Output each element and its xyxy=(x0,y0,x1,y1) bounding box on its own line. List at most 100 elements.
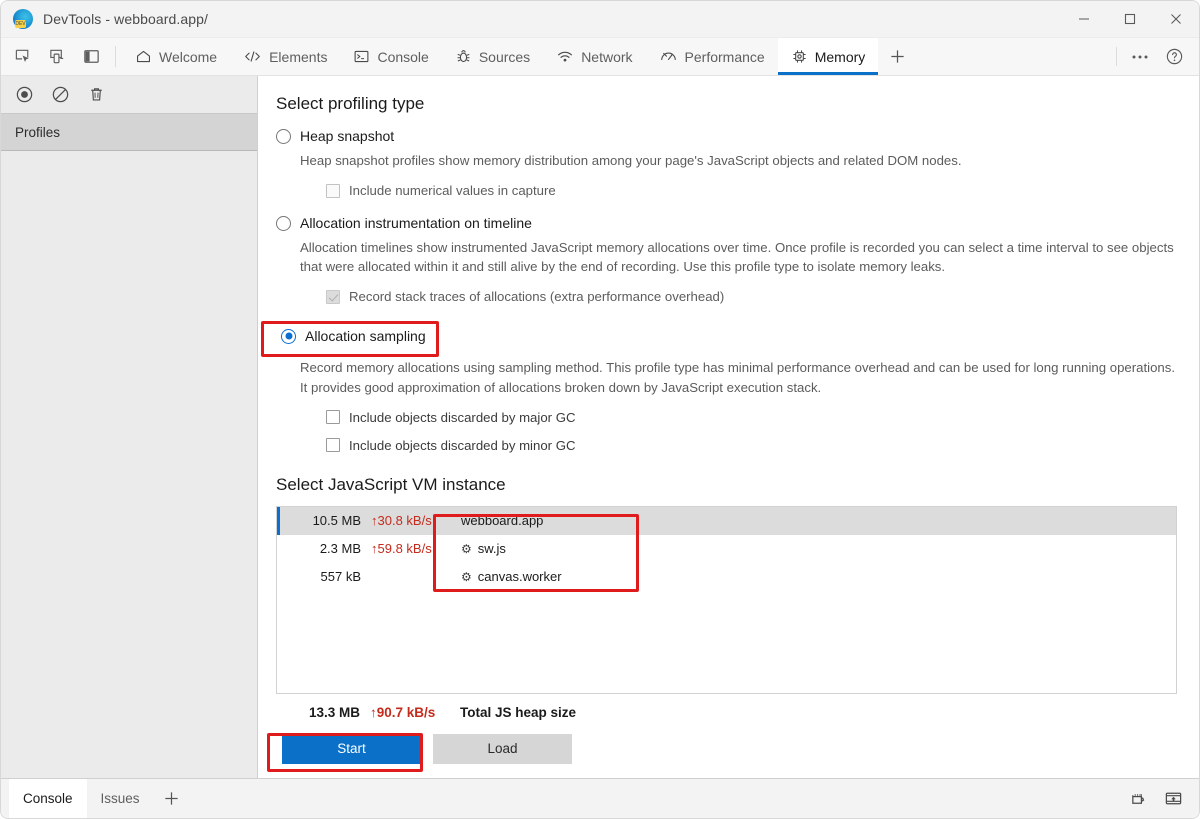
radio-allocation-instrumentation[interactable] xyxy=(276,215,291,231)
profiles-header: Profiles xyxy=(1,114,257,151)
vm-size: 557 kB xyxy=(320,569,361,585)
tab-label: Network xyxy=(581,48,633,65)
panel-tabs: Welcome Elements Console Sources Network… xyxy=(122,38,916,75)
record-icon[interactable] xyxy=(13,84,35,106)
tab-label: Elements xyxy=(269,48,328,65)
drawer-tab-console[interactable]: Console xyxy=(9,779,87,818)
memory-main-panel: Select profiling type Heap snapshot Heap… xyxy=(258,76,1199,778)
vm-name-label: webboard.app xyxy=(461,513,544,529)
tab-welcome[interactable]: Welcome xyxy=(122,38,230,75)
bug-icon xyxy=(455,48,472,65)
chip-icon xyxy=(791,48,808,65)
checkbox-include-minor-gc[interactable]: Include objects discarded by minor GC xyxy=(326,438,1177,453)
home-icon xyxy=(135,48,152,65)
tab-memory[interactable]: Memory xyxy=(777,38,879,75)
vm-list-item[interactable]: 557 kB ⚙ canvas.worker xyxy=(277,563,1176,591)
window-controls xyxy=(1061,1,1199,38)
close-button[interactable] xyxy=(1153,1,1199,38)
checkbox-label: Include numerical values in capture xyxy=(349,183,556,199)
start-button[interactable]: Start xyxy=(282,733,421,764)
option-header[interactable]: Allocation sampling xyxy=(276,323,435,349)
help-icon[interactable] xyxy=(1159,42,1189,72)
gear-icon: ⚙ xyxy=(461,541,472,556)
drawer-add-tab-button[interactable] xyxy=(154,779,190,818)
checkbox-include-numerical-values[interactable]: Include numerical values in capture xyxy=(326,183,1177,198)
tab-strip-spacer xyxy=(916,38,1114,75)
vm-instance-title: Select JavaScript VM instance xyxy=(276,474,506,494)
checkbox-box[interactable] xyxy=(326,438,340,453)
checkbox-include-major-gc[interactable]: Include objects discarded by major GC xyxy=(326,410,1177,425)
tab-sources[interactable]: Sources xyxy=(442,38,543,75)
toolbar-divider xyxy=(115,46,116,67)
option-header[interactable]: Allocation instrumentation on timeline xyxy=(276,215,1177,231)
code-icon xyxy=(243,48,262,65)
profiles-list[interactable] xyxy=(1,151,257,778)
vm-size: 2.3 MB xyxy=(319,541,361,557)
gauge-icon xyxy=(659,48,678,65)
vm-list-item[interactable]: 2.3 MB ↑59.8 kB/s ⚙ sw.js xyxy=(277,535,1176,563)
tab-label: Performance xyxy=(684,48,765,65)
profiling-option-heap-snapshot[interactable]: Heap snapshot Heap snapshot profiles sho… xyxy=(276,128,1177,198)
radio-heap-snapshot[interactable] xyxy=(276,128,291,144)
clear-icon[interactable] xyxy=(49,84,71,106)
profiling-option-allocation-sampling[interactable]: Allocation sampling Record memory alloca… xyxy=(276,323,1177,453)
radio-allocation-sampling[interactable] xyxy=(281,328,296,344)
title-bar-left: DEV DevTools - webboard.app/ xyxy=(1,9,208,29)
edge-devtools-logo-icon: DEV xyxy=(13,9,33,29)
title-bar: DEV DevTools - webboard.app/ xyxy=(1,1,1199,38)
devtools-window: DEV DevTools - webboard.app/ Welcome Ele… xyxy=(0,0,1200,819)
sidebar-toolbar xyxy=(1,76,257,114)
checkbox-label: Include objects discarded by minor GC xyxy=(349,437,576,453)
dock-bottom-icon[interactable] xyxy=(1159,785,1187,813)
dock-side-icon[interactable] xyxy=(77,43,105,71)
drawer: Console Issues xyxy=(1,778,1199,818)
tab-elements[interactable]: Elements xyxy=(230,38,340,75)
minimize-button[interactable] xyxy=(1061,1,1107,38)
tab-network[interactable]: Network xyxy=(543,38,645,75)
tab-strip-right-actions xyxy=(1125,38,1199,75)
console-icon xyxy=(353,48,370,65)
inspect-element-icon[interactable] xyxy=(9,43,37,71)
memory-sidebar: Profiles xyxy=(1,76,258,778)
vm-name-label: sw.js xyxy=(477,541,506,557)
drawer-tabs: Console Issues xyxy=(1,779,190,818)
tab-label: Memory xyxy=(814,48,866,65)
vm-instance-list[interactable]: 10.5 MB ↑30.8 kB/s webboard.app 2.3 MB ↑… xyxy=(276,505,1177,694)
vm-name: webboard.app xyxy=(447,513,543,528)
checkbox-box[interactable] xyxy=(326,410,340,425)
profiles-header-label: Profiles xyxy=(15,124,61,140)
vm-rate: ↑59.8 kB/s xyxy=(371,541,432,557)
devtools-tool-icons xyxy=(1,38,111,75)
drawer-spacer xyxy=(190,779,1125,818)
tab-console[interactable]: Console xyxy=(340,38,441,75)
checkbox-box[interactable] xyxy=(326,183,340,198)
vm-list-item[interactable]: 10.5 MB ↑30.8 kB/s webboard.app xyxy=(277,506,1176,535)
maximize-button[interactable] xyxy=(1107,1,1153,38)
wifi-icon xyxy=(556,48,574,65)
option-description: Heap snapshot profiles show memory distr… xyxy=(300,153,962,168)
tab-performance[interactable]: Performance xyxy=(646,38,778,75)
profiling-type-title: Select profiling type xyxy=(276,94,425,113)
console-settings-icon[interactable] xyxy=(1125,785,1153,813)
vm-rate: ↑30.8 kB/s xyxy=(371,513,432,529)
tab-label: Welcome xyxy=(159,48,218,65)
option-header[interactable]: Heap snapshot xyxy=(276,128,1177,144)
option-label: Allocation sampling xyxy=(305,328,426,345)
profiling-option-allocation-instrumentation[interactable]: Allocation instrumentation on timeline A… xyxy=(276,215,1177,304)
add-tab-button[interactable] xyxy=(878,38,916,75)
total-heap-label: Total JS heap size xyxy=(460,704,577,720)
option-label: Allocation instrumentation on timeline xyxy=(300,215,532,232)
checkbox-label: Include objects discarded by major GC xyxy=(349,409,576,425)
more-options-icon[interactable] xyxy=(1125,42,1155,72)
panel-body: Profiles Select profiling type Heap snap… xyxy=(1,76,1199,778)
vm-name: ⚙ canvas.worker xyxy=(447,569,562,584)
checkbox-record-stack-traces[interactable]: Record stack traces of allocations (extr… xyxy=(326,289,1177,304)
drawer-right-actions xyxy=(1125,779,1199,818)
device-toolbar-icon[interactable] xyxy=(43,43,71,71)
drawer-tab-issues[interactable]: Issues xyxy=(87,779,154,818)
option-description: Record memory allocations using sampling… xyxy=(300,360,1176,395)
load-button[interactable]: Load xyxy=(433,733,572,764)
trash-icon[interactable] xyxy=(85,84,107,106)
gear-icon: ⚙ xyxy=(461,569,472,584)
checkbox-box[interactable] xyxy=(326,289,340,304)
